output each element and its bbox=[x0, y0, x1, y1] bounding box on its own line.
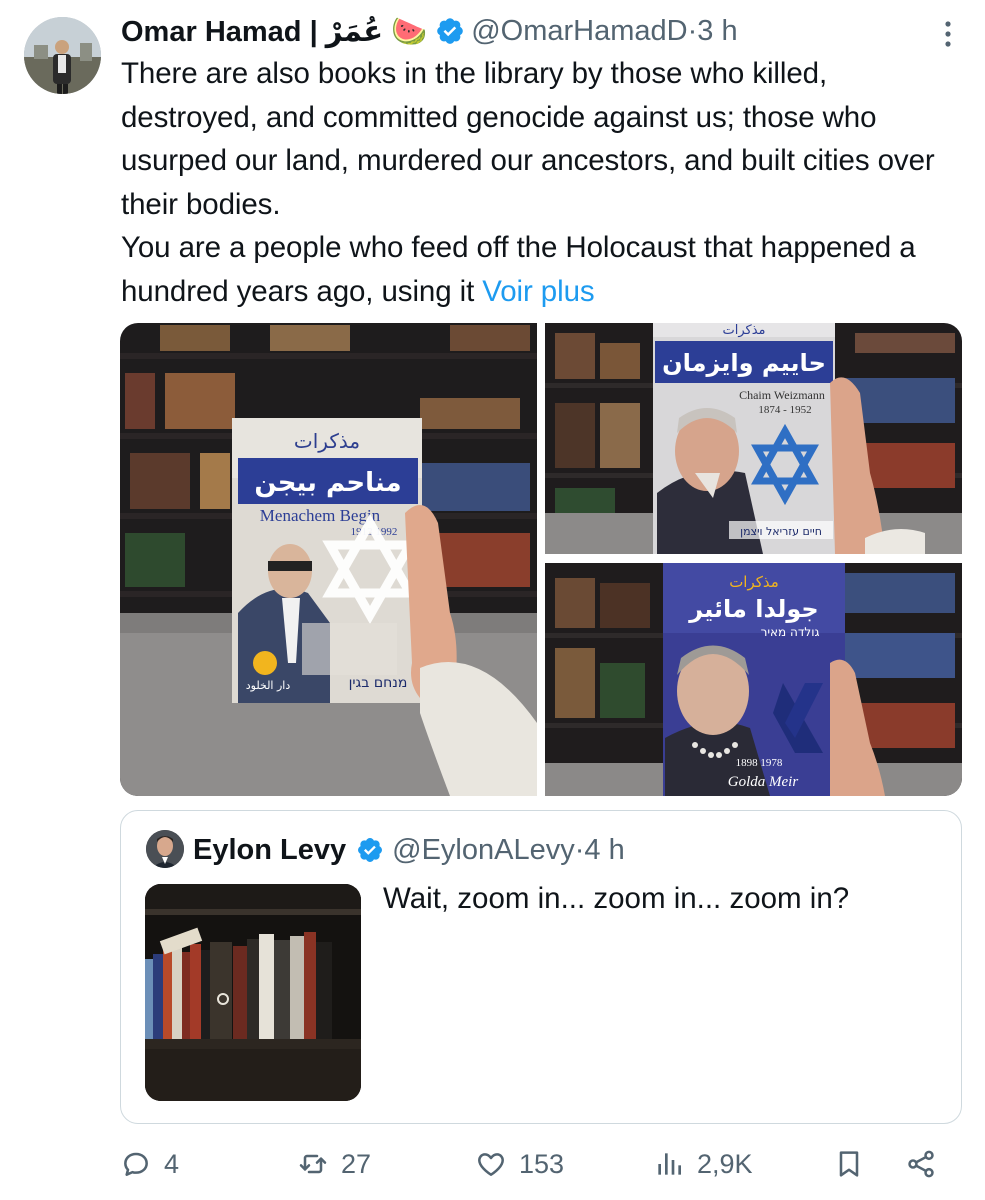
book2-years: 1874 - 1952 bbox=[758, 404, 811, 416]
book2-hebrew: חיים עזריאל ויצמן bbox=[740, 525, 822, 538]
retweet-icon bbox=[299, 1154, 327, 1174]
tweet-header: Omar Hamad | عُمَرْ 🍉 @OmarHamadD · 3 h bbox=[121, 12, 738, 50]
action-bar: 4 27 153 2,9K bbox=[120, 1140, 950, 1188]
share-button[interactable] bbox=[905, 1140, 937, 1188]
reply-button[interactable]: 4 bbox=[120, 1140, 179, 1188]
author-avatar-image bbox=[24, 17, 101, 94]
views-icon bbox=[658, 1153, 681, 1175]
reply-icon bbox=[124, 1152, 148, 1176]
tweet-paragraph-2: You are a people who feed off the Holoca… bbox=[121, 226, 966, 313]
quote-author-avatar[interactable] bbox=[146, 830, 184, 868]
author-name[interactable]: Omar Hamad | عُمَرْ 🍉 bbox=[121, 14, 427, 49]
media-grid: مذكرات مناحم بيجن Menachem Begin 1913 19… bbox=[120, 323, 962, 796]
header-separator: · bbox=[687, 14, 698, 47]
photo-meir-book: مذكرات جولدا مائير גולדה מאיר 1898 1978 … bbox=[545, 563, 962, 796]
quote-header: Eylon Levy @EylonALevy · 4 h bbox=[193, 831, 625, 869]
reply-count: 4 bbox=[164, 1148, 180, 1179]
book1-latin-title: Menachem Begin bbox=[260, 506, 381, 525]
quote-timestamp[interactable]: 4 h bbox=[584, 834, 624, 867]
quote-media-bookshelf[interactable] bbox=[145, 884, 361, 1101]
book2-arabic-top: مذكرات bbox=[723, 323, 766, 338]
book3-years: 1898 1978 bbox=[736, 757, 783, 769]
book3-arabic-top: مذكرات bbox=[729, 573, 779, 591]
author-handle[interactable]: @OmarHamadD bbox=[471, 15, 687, 48]
quote-author-avatar-image bbox=[146, 830, 184, 868]
share-icon bbox=[908, 1150, 934, 1178]
verified-badge-icon bbox=[437, 18, 464, 44]
tweet-timestamp[interactable]: 3 h bbox=[697, 15, 737, 48]
media-photo-begin-book[interactable]: مذكرات مناحم بيجن Menachem Begin 1913 19… bbox=[120, 323, 537, 796]
media-photo-weizmann-book[interactable]: مذكرات حاييم وايزمان Chaim Weizmann 1874… bbox=[545, 323, 962, 554]
book1-publisher: دار الخلود bbox=[246, 679, 291, 692]
book1-arabic-top: مذكرات bbox=[294, 429, 360, 453]
bookmark-button[interactable] bbox=[833, 1140, 865, 1188]
book3-latin-title: Golda Meir bbox=[728, 774, 799, 790]
quoted-tweet[interactable]: Eylon Levy @EylonALevy · 4 h Wait, zoom … bbox=[120, 810, 962, 1124]
photo-begin-book: مذكرات مناحم بيجن Menachem Begin 1913 19… bbox=[120, 323, 537, 796]
book2-latin-title: Chaim Weizmann bbox=[739, 388, 825, 402]
quote-author-name[interactable]: Eylon Levy bbox=[193, 834, 346, 867]
quote-header-separator: · bbox=[574, 833, 585, 866]
tweet-body: There are also books in the library by t… bbox=[121, 52, 966, 313]
verified-badge-icon bbox=[358, 838, 383, 862]
views-button[interactable]: 2,9K bbox=[653, 1140, 753, 1188]
retweet-count: 27 bbox=[341, 1148, 372, 1179]
quote-text: Wait, zoom in... zoom in... zoom in? bbox=[383, 882, 850, 915]
like-icon bbox=[478, 1153, 504, 1176]
more-options-icon[interactable] bbox=[943, 20, 953, 48]
book3-arabic-title: جولدا مائير bbox=[688, 595, 818, 623]
bookmark-icon bbox=[839, 1151, 859, 1177]
book2-arabic-title: حاييم وايزمان bbox=[662, 349, 826, 377]
photo-weizmann-book: مذكرات حاييم وايزمان Chaim Weizmann 1874… bbox=[545, 323, 962, 554]
retweet-button[interactable]: 27 bbox=[297, 1140, 371, 1188]
quote-author-handle[interactable]: @EylonALevy bbox=[392, 834, 575, 867]
like-count: 153 bbox=[519, 1148, 565, 1179]
quote-photo-bookshelf bbox=[145, 884, 361, 1101]
book3-hebrew: גולדה מאיר bbox=[761, 625, 820, 639]
show-more-link[interactable]: Voir plus bbox=[482, 275, 594, 308]
like-button[interactable]: 153 bbox=[475, 1140, 564, 1188]
tweet-paragraph-1: There are also books in the library by t… bbox=[121, 57, 935, 221]
book1-arabic-title: مناحم بيجن bbox=[254, 468, 401, 498]
author-avatar[interactable] bbox=[24, 17, 101, 94]
book1-hebrew: מנחם בגין bbox=[349, 675, 408, 691]
views-count: 2,9K bbox=[697, 1148, 753, 1179]
media-photo-meir-book[interactable]: مذكرات جولدا مائير גולדה מאיר 1898 1978 … bbox=[545, 563, 962, 796]
